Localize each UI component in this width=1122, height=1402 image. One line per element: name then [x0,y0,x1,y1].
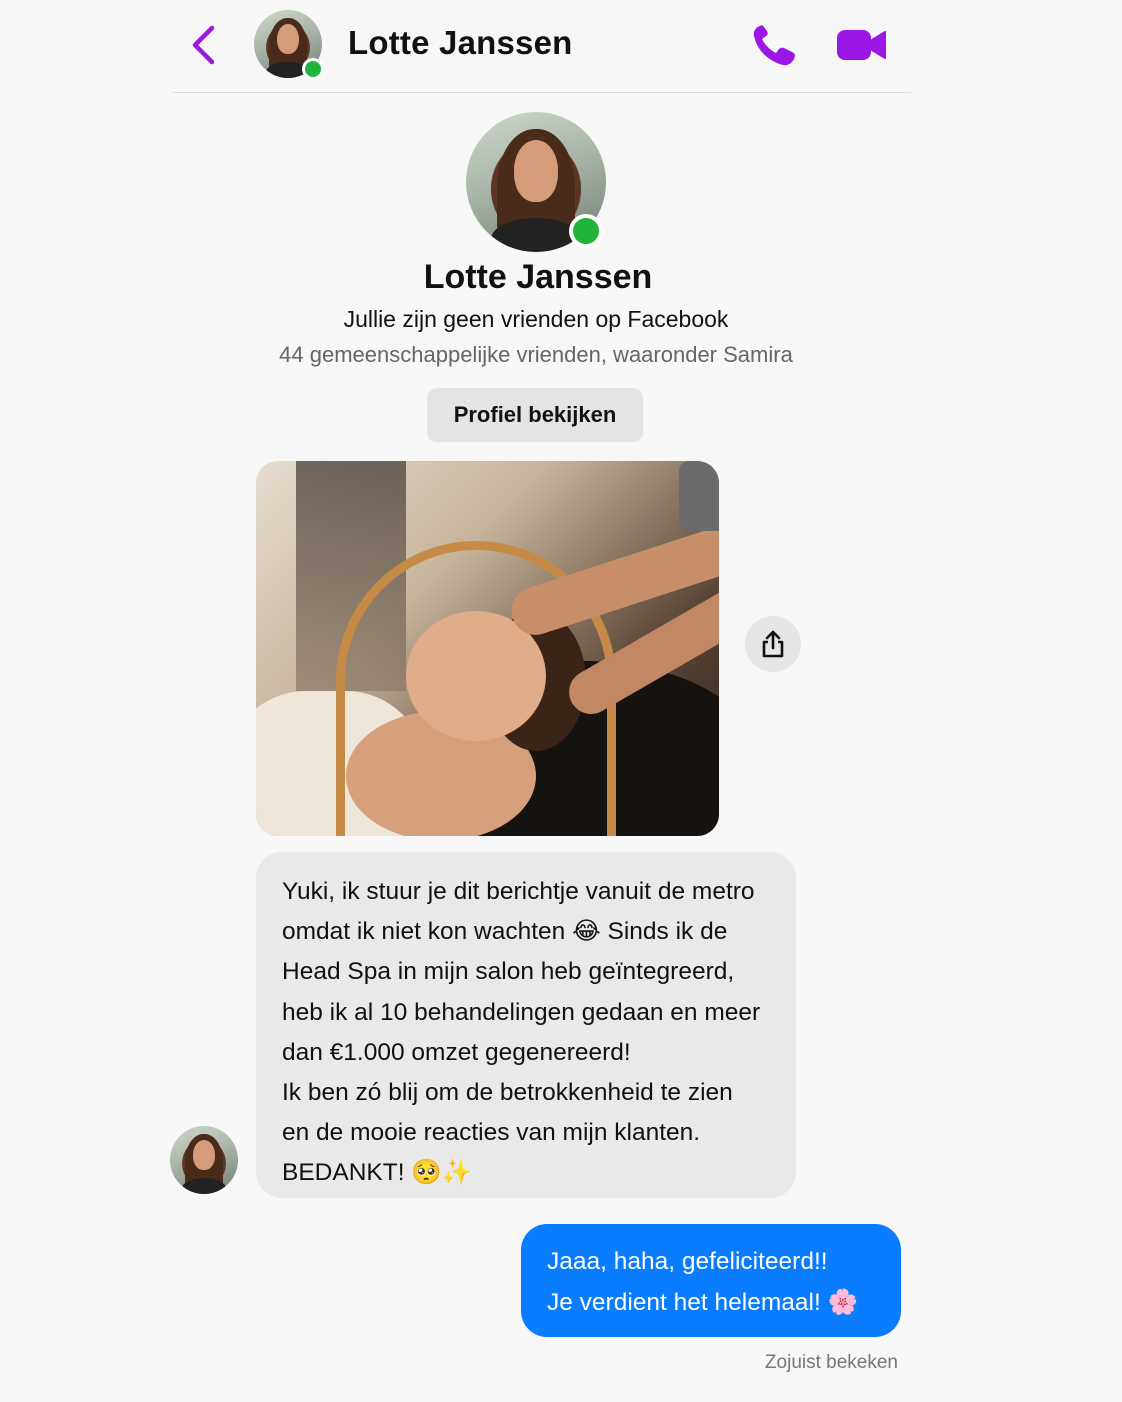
incoming-message[interactable]: Yuki, ik stuur je dit berichtje vanuit d… [256,852,796,1198]
message-line: Head Spa in mijn salon heb geïntegreerd, [282,958,735,986]
message-line: heb ik al 10 behandelingen gedaan en mee… [282,998,761,1026]
video-camera-icon[interactable] [835,25,887,65]
header-contact-name[interactable]: Lotte Janssen [348,24,573,62]
sender-avatar[interactable] [170,1126,238,1194]
friendship-status: Jullie zijn geen vrienden op Facebook [343,306,729,332]
chevron-left-icon[interactable] [186,24,222,66]
seen-status: Zojuist bekeken [764,1352,898,1373]
outgoing-message[interactable]: Jaaa, haha, gefeliciteerd!! Je verdient … [521,1224,901,1337]
share-button[interactable] [745,616,801,672]
online-status-dot [302,58,324,80]
photo-message[interactable] [256,461,719,836]
header-avatar[interactable] [254,10,324,80]
message-line: Je verdient het helemaal! 🌸 [547,1289,859,1316]
message-line: dan €1.000 omzet gegenereerd! [282,1038,631,1066]
mutual-friends: 44 gemeenschappelijke vrienden, waaronde… [279,342,793,367]
message-line: Ik ben zó blij om de betrokkenheid te zi… [282,1079,733,1107]
messenger-chat: Lotte Janssen Lotte Janssen Jullie zijn … [0,0,1122,1402]
message-line: Jaaa, haha, gefeliciteerd!! [547,1248,828,1275]
message-line: BEDANKT! 🥺✨ [282,1159,473,1187]
message-line: omdat ik niet kon wachten 😂 Sinds ik de [282,918,728,946]
message-line: en de mooie reacties van mijn klanten. [282,1119,701,1147]
view-profile-button[interactable]: Profiel bekijken [427,388,643,442]
online-status-dot [569,214,603,248]
profile-avatar[interactable] [466,112,606,252]
message-line: Yuki, ik stuur je dit berichtje vanuit d… [282,878,755,905]
share-icon [762,630,784,658]
phone-icon[interactable] [750,22,800,68]
profile-name: Lotte Janssen [423,258,653,296]
